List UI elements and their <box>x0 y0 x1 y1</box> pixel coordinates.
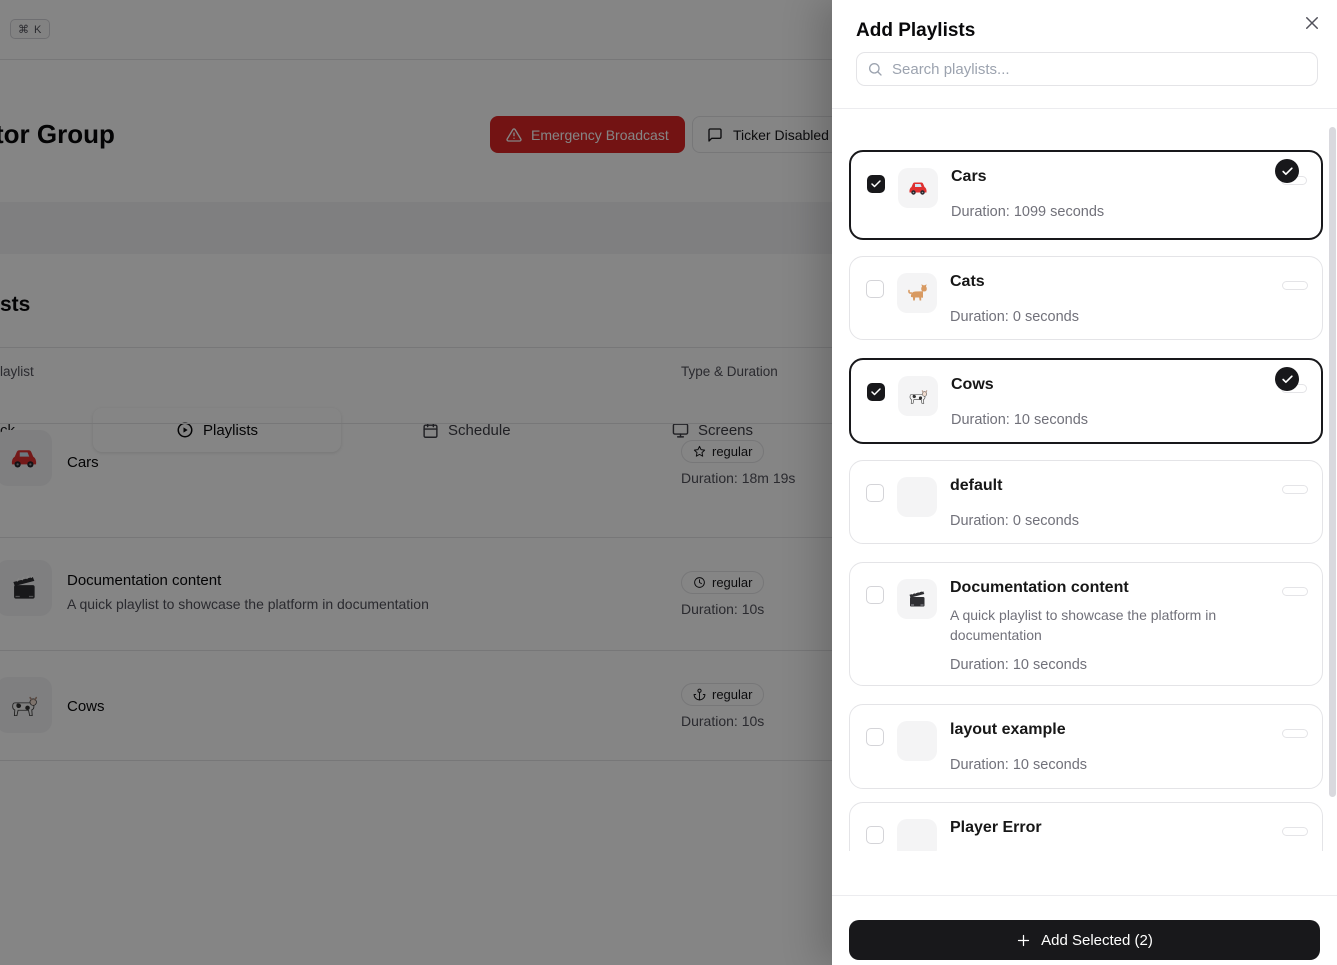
playlist-description: A quick playlist to showcase the platfor… <box>950 607 1217 643</box>
playlist-thumbnail <box>897 819 937 851</box>
add-selected-button[interactable]: Add Selected (2) <box>849 920 1320 960</box>
scrollbar-thumb[interactable] <box>1329 127 1336 797</box>
playlist-thumbnail <box>897 477 937 517</box>
playlist-title: Cows <box>951 376 994 393</box>
drag-handle-icon[interactable] <box>1282 729 1308 738</box>
checkbox-unchecked[interactable] <box>866 280 884 298</box>
check-icon <box>871 180 881 188</box>
checkbox-unchecked[interactable] <box>866 826 884 844</box>
check-icon <box>871 388 881 396</box>
plus-icon <box>1018 934 1030 946</box>
drag-handle-icon[interactable] <box>1282 485 1308 494</box>
playlist-option-documentation-content[interactable]: Documentation content A quick playlist t… <box>849 562 1323 686</box>
panel-title: Add Playlists <box>856 20 976 41</box>
car-icon <box>906 176 930 200</box>
search-input[interactable] <box>892 60 1307 78</box>
checkbox-checked[interactable] <box>867 175 885 193</box>
playlist-option-player-error[interactable]: Player Error <box>849 802 1323 851</box>
drag-handle-icon[interactable] <box>1282 281 1308 290</box>
playlist-thumbnail <box>897 273 937 313</box>
playlist-options-list: Cars Duration: 1099 seconds Cats Duratio… <box>832 109 1337 851</box>
playlist-thumbnail <box>897 721 937 761</box>
playlist-thumbnail <box>898 168 938 208</box>
panel-footer: Add Selected (2) <box>832 895 1337 965</box>
playlist-duration: Duration: 0 seconds <box>950 309 1079 325</box>
playlist-option-cars[interactable]: Cars Duration: 1099 seconds <box>849 150 1323 240</box>
playlist-duration: Duration: 10 seconds <box>951 412 1089 428</box>
checkbox-checked[interactable] <box>867 383 885 401</box>
checkbox-unchecked[interactable] <box>866 484 884 502</box>
close-button[interactable] <box>1299 10 1325 36</box>
playlist-title: Player Error <box>950 819 1042 836</box>
playlist-title: layout example <box>950 721 1066 738</box>
playlist-title: default <box>950 477 1003 494</box>
add-playlists-panel: Add Playlists Cars Duration: 1099 second… <box>832 0 1337 965</box>
close-icon <box>1306 17 1318 29</box>
checkbox-unchecked[interactable] <box>866 728 884 746</box>
playlist-thumbnail <box>897 579 937 619</box>
playlist-duration: Duration: 0 seconds <box>950 513 1079 529</box>
drag-handle-icon[interactable] <box>1282 827 1308 836</box>
playlist-thumbnail <box>898 376 938 416</box>
check-icon <box>1281 166 1293 175</box>
playlist-option-cats[interactable]: Cats Duration: 0 seconds <box>849 256 1323 340</box>
playlist-option-cows[interactable]: Cows Duration: 10 seconds <box>849 358 1323 444</box>
playlist-duration: Duration: 10 seconds <box>950 657 1088 673</box>
playlist-duration: Duration: 10 seconds <box>950 757 1088 773</box>
playlist-option-default[interactable]: default Duration: 0 seconds <box>849 460 1323 544</box>
search-icon <box>869 62 882 76</box>
selected-check-badge <box>1275 367 1299 391</box>
playlist-duration: Duration: 1099 seconds <box>951 204 1105 220</box>
playlist-title: Cats <box>950 273 985 290</box>
playlist-title: Cars <box>951 168 987 185</box>
check-icon <box>1281 374 1293 383</box>
cat-icon <box>905 281 929 305</box>
clapperboard-icon <box>905 587 929 611</box>
add-selected-label: Add Selected (2) <box>1041 931 1153 949</box>
checkbox-unchecked[interactable] <box>866 586 884 604</box>
playlist-option-layout-example[interactable]: layout example Duration: 10 seconds <box>849 704 1323 789</box>
search-box <box>856 52 1318 86</box>
selected-check-badge <box>1275 159 1299 183</box>
cow-icon <box>906 384 930 408</box>
drag-handle-icon[interactable] <box>1282 587 1308 596</box>
playlist-title: Documentation content <box>950 579 1129 596</box>
